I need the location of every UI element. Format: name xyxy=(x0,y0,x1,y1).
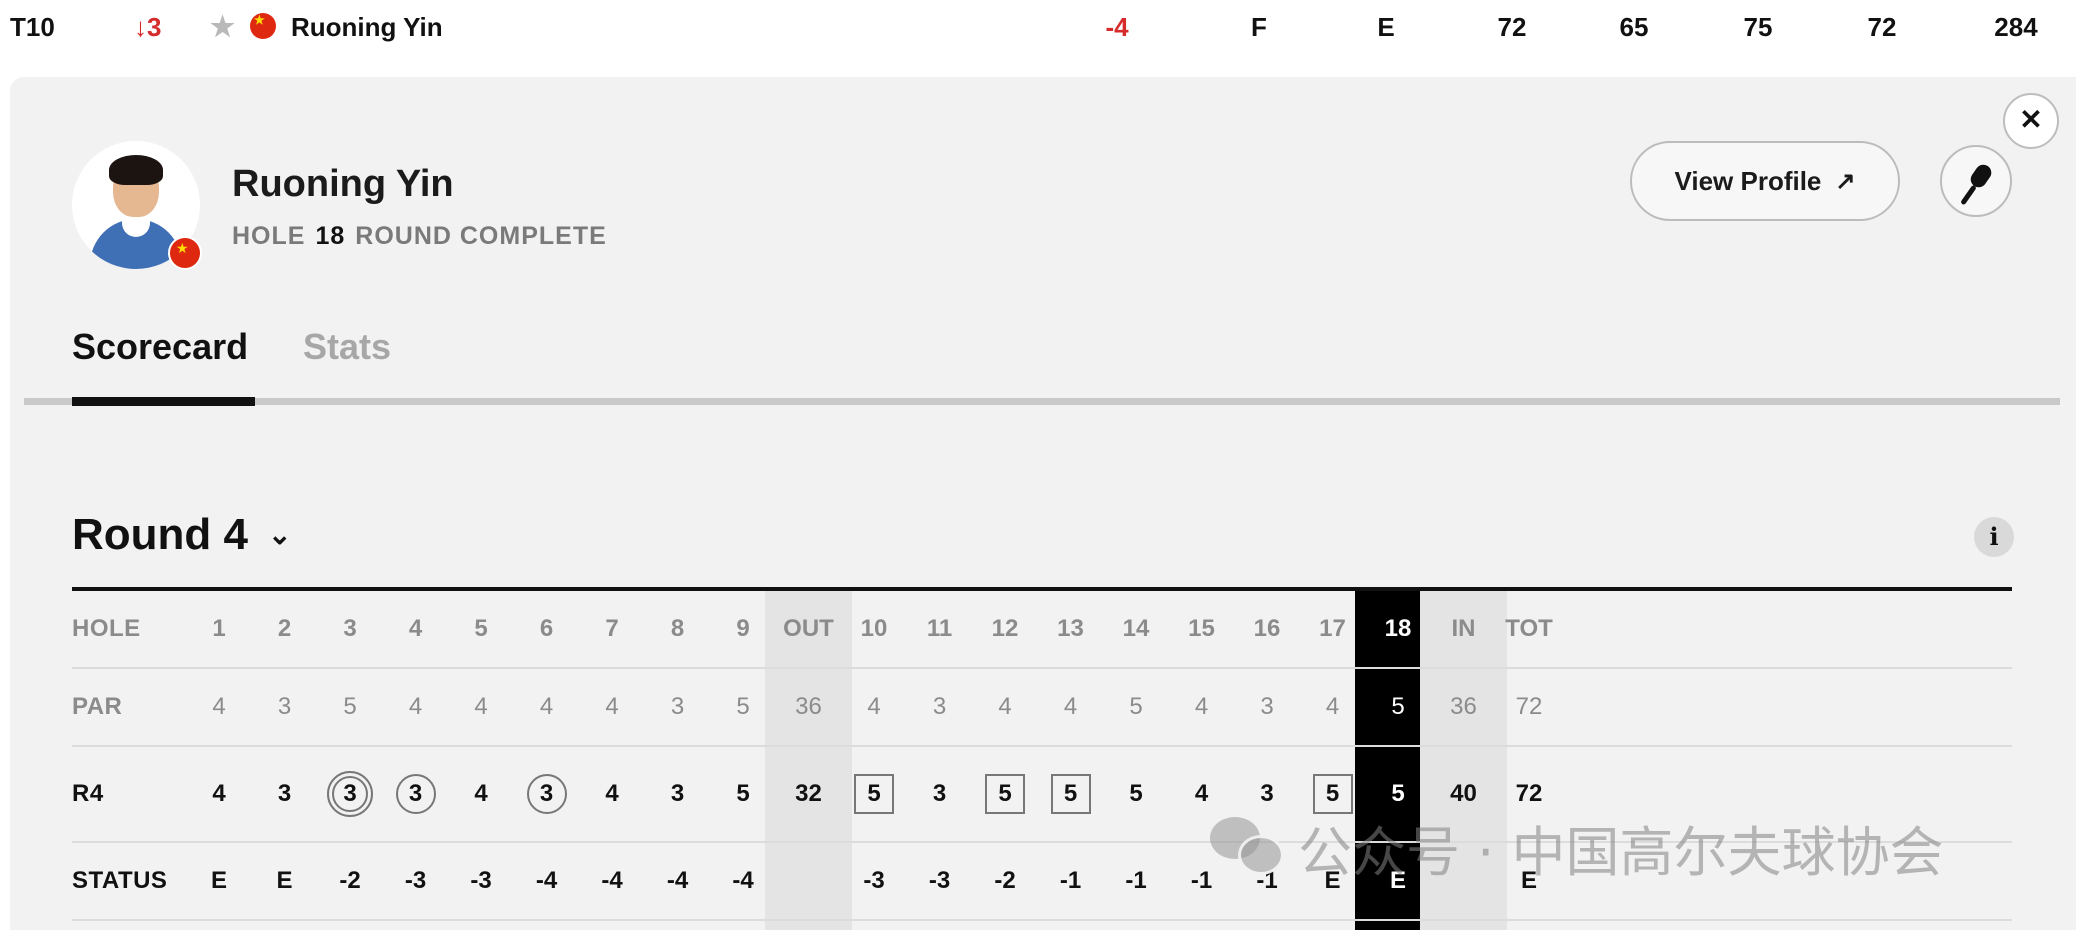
watermark: 公众号 · 中国高尔夫球协会 xyxy=(1210,808,1944,887)
birdie-mark: 3 xyxy=(395,774,436,814)
total: 284 xyxy=(1994,12,2038,42)
player-name[interactable]: Ruoning Yin xyxy=(291,12,443,42)
score-cell: TOT xyxy=(1505,615,1553,642)
watermark-text: 公众号 · 中国高尔夫球协会 xyxy=(1298,821,1944,884)
hole-number: 18 xyxy=(315,222,346,250)
star-icon[interactable]: ★ xyxy=(210,12,235,42)
position: T10 xyxy=(10,12,55,42)
wechat-icon xyxy=(1210,816,1284,879)
hole-status: HOLE 18 ROUND COMPLETE xyxy=(232,222,607,251)
leaderboard-row[interactable]: T10 ↓3 ★ Ruoning Yin -4 F E 72 65 75 72 … xyxy=(0,0,2076,54)
r1: 72 xyxy=(1497,12,1527,42)
table-row-par: PAR 4 3 5 4 4 4 4 3 5 36 4 3 4 4 5 4 3 4 5 36 72 xyxy=(72,669,2012,747)
close-icon: ✕ xyxy=(2019,104,2043,135)
arrow-down-icon: ↓ xyxy=(134,12,147,42)
close-button[interactable]: ✕ xyxy=(2003,93,2059,149)
r4: 72 xyxy=(1867,12,1897,42)
china-flag-icon xyxy=(168,236,202,270)
bogey-mark: 5 xyxy=(1050,774,1091,814)
score-value: 3 xyxy=(332,776,368,812)
tab-active-indicator xyxy=(72,397,255,406)
player-title: Ruoning Yin xyxy=(232,163,454,205)
bogey-mark: 5 xyxy=(985,774,1025,814)
bogey-mark: 5 xyxy=(854,774,894,814)
chevron-down-icon[interactable]: ⌄ xyxy=(268,518,291,551)
china-flag-icon xyxy=(250,13,276,39)
round-status: ROUND COMPLETE xyxy=(355,222,607,250)
score-cell: 72 xyxy=(1515,693,1543,720)
round-selector[interactable]: Round 4 xyxy=(72,510,248,560)
tab-track xyxy=(24,398,2060,405)
today: E xyxy=(1377,12,1395,42)
r2: 65 xyxy=(1619,12,1649,42)
tab-scorecard[interactable]: Scorecard xyxy=(72,326,248,368)
birdie-mark: 3 xyxy=(526,774,567,814)
view-profile-button[interactable]: View Profile ↗ xyxy=(1630,141,1900,221)
movement-indicator: ↓3 xyxy=(134,12,161,42)
external-link-icon: ↗ xyxy=(1835,167,1856,195)
movement-value: 3 xyxy=(147,12,162,42)
microphone-button[interactable] xyxy=(1940,145,2012,217)
table-row-hole: HOLE 1 2 3 4 5 6 7 8 9 OUT 10 11 12 13 14 15 16 17 18 IN TOT xyxy=(72,591,2012,669)
eagle-mark: 3 xyxy=(327,771,373,817)
view-profile-label: View Profile xyxy=(1674,165,1822,196)
thru: F xyxy=(1251,12,1267,42)
r3: 75 xyxy=(1743,12,1773,42)
to-par: -4 xyxy=(1105,12,1129,42)
info-icon[interactable]: i xyxy=(1974,517,2014,557)
hole-label: HOLE xyxy=(232,222,306,250)
tab-stats[interactable]: Stats xyxy=(303,326,391,368)
